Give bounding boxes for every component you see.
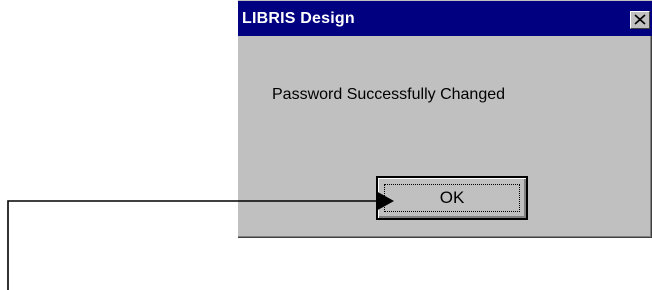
close-button[interactable] — [630, 11, 650, 29]
message-dialog: LIBRIS Design Password Successfully Chan… — [238, 0, 652, 238]
ok-button-label: OK — [439, 188, 465, 207]
ok-button[interactable]: OK — [376, 176, 528, 220]
dialog-titlebar[interactable]: LIBRIS Design — [238, 0, 652, 36]
close-icon — [634, 14, 646, 25]
dialog-title: LIBRIS Design — [242, 10, 355, 27]
screenshot-stage: LIBRIS Design Password Successfully Chan… — [0, 0, 652, 290]
dialog-message: Password Successfully Changed — [272, 86, 506, 103]
